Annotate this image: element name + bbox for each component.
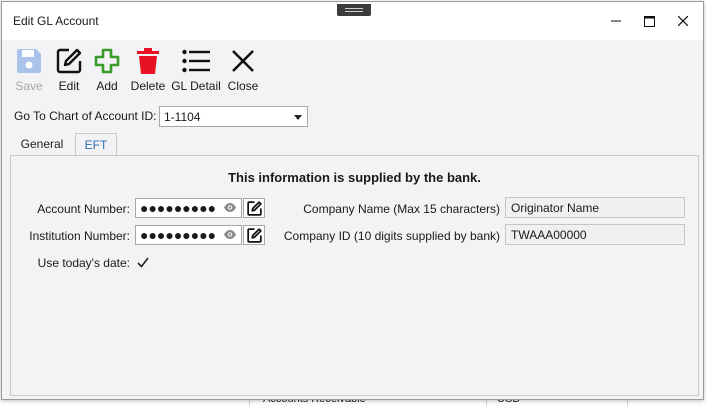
close-label: Close	[227, 79, 259, 93]
close-icon	[678, 16, 688, 26]
chevron-down-icon	[294, 115, 302, 120]
eft-panel: This information is supplied by the bank…	[10, 155, 699, 396]
window-close-button[interactable]	[670, 10, 696, 32]
eye-icon[interactable]	[223, 202, 237, 216]
tab-eft[interactable]: EFT	[75, 133, 117, 156]
checkmark-icon	[136, 257, 149, 268]
close-x-icon	[227, 46, 259, 76]
eft-banner: This information is supplied by the bank…	[228, 170, 481, 185]
account-number-value: ●●●●●●●●●	[140, 200, 217, 216]
edit-icon	[53, 46, 85, 76]
gl-detail-button[interactable]: GL Detail	[170, 46, 222, 93]
edit-gl-account-window: Edit GL Account Save Edit Add Delete GL …	[1, 1, 704, 400]
use-today-date-checkbox[interactable]	[136, 256, 149, 269]
goto-account-label: Go To Chart of Account ID:	[14, 109, 157, 123]
add-label: Add	[96, 79, 118, 93]
trash-icon	[132, 46, 164, 76]
add-button[interactable]: Add	[91, 46, 123, 93]
title-bar[interactable]: Edit GL Account	[2, 2, 703, 40]
maximize-icon	[643, 15, 655, 27]
toolbar: Save Edit Add Delete GL Detail Close	[2, 40, 703, 98]
company-name-field[interactable]: Originator Name	[505, 197, 685, 218]
eye-icon[interactable]	[223, 229, 237, 243]
plus-icon	[91, 46, 123, 76]
account-number-field[interactable]: ●●●●●●●●●	[135, 198, 242, 218]
goto-account-value: 1-1104	[164, 110, 201, 124]
goto-account-select[interactable]: 1-1104	[159, 106, 308, 127]
window-title: Edit GL Account	[13, 14, 99, 28]
tab-general[interactable]: General	[11, 133, 73, 155]
minimize-button[interactable]	[603, 10, 629, 32]
company-id-label: Company ID (10 digits supplied by bank)	[283, 229, 500, 243]
save-icon	[13, 46, 45, 76]
company-name-label: Company Name (Max 15 characters)	[303, 202, 500, 216]
edit-button[interactable]: Edit	[52, 46, 86, 93]
account-number-label: Account Number:	[37, 202, 130, 216]
edit-label: Edit	[58, 79, 80, 93]
save-button[interactable]: Save	[12, 46, 46, 93]
gl-detail-label: GL Detail	[171, 79, 221, 93]
use-today-date-label: Use today's date:	[37, 256, 130, 270]
delete-label: Delete	[130, 79, 166, 93]
delete-button[interactable]: Delete	[129, 46, 167, 93]
institution-number-field[interactable]: ●●●●●●●●●	[135, 225, 242, 245]
list-icon	[180, 46, 212, 76]
drag-grip-icon[interactable]	[337, 4, 371, 16]
minimize-icon	[611, 20, 621, 22]
close-button[interactable]: Close	[226, 46, 260, 93]
company-id-field[interactable]: TWAAA00000	[505, 224, 685, 245]
maximize-button[interactable]	[636, 10, 662, 32]
institution-number-label: Institution Number:	[29, 229, 130, 243]
save-label: Save	[15, 79, 43, 93]
institution-number-value: ●●●●●●●●●	[140, 227, 217, 243]
